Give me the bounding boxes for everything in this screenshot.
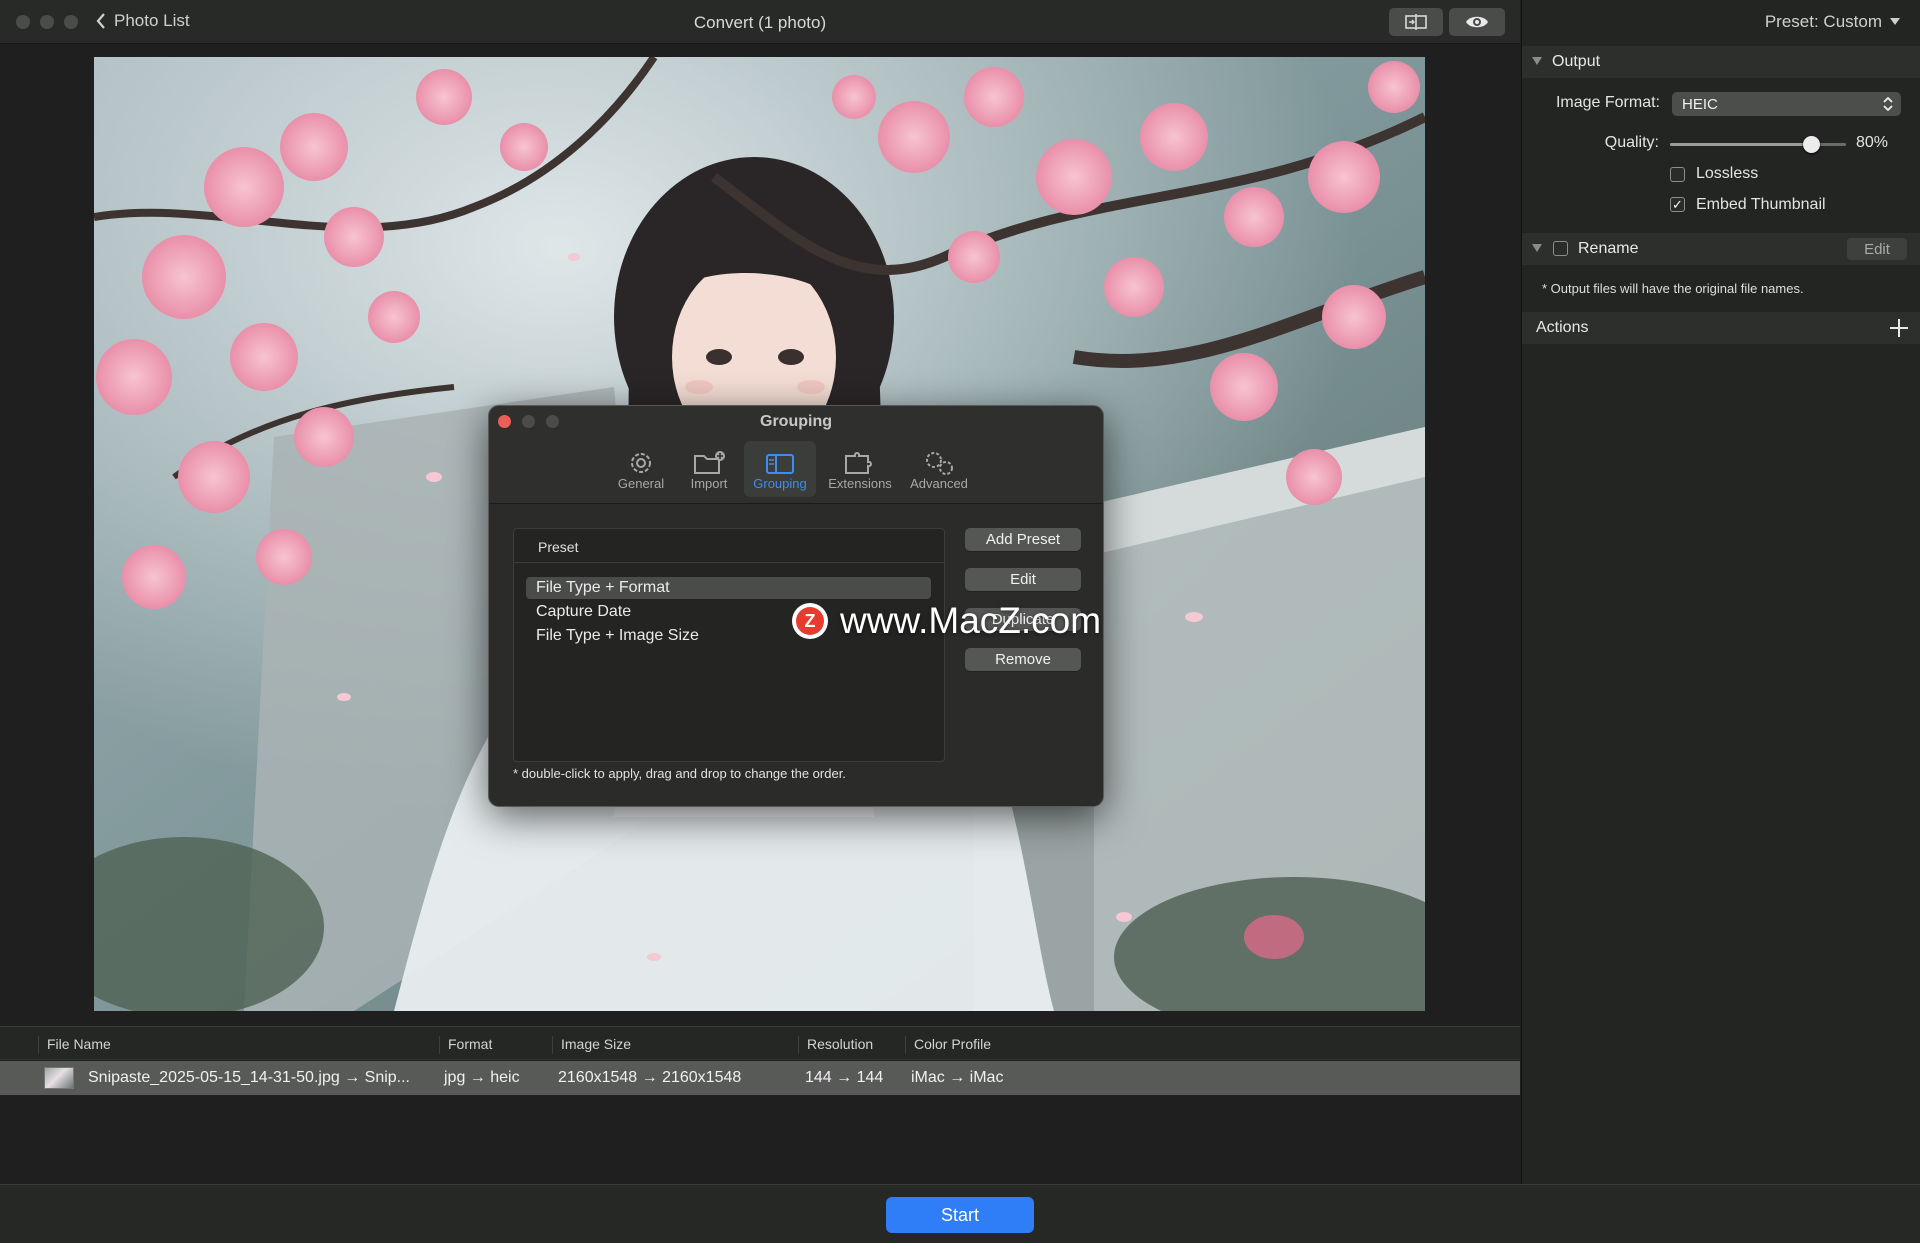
dialog-hint: * double-click to apply, drag and drop t… [513,766,846,781]
table-empty-area [0,1095,1520,1184]
tab-grouping[interactable]: Grouping [744,441,816,497]
tab-import[interactable]: Import [679,441,739,497]
column-image-size[interactable]: Image Size [552,1036,631,1054]
sidebar-icon [766,454,794,474]
actions-section-header: Actions [1522,312,1920,344]
disclosure-triangle-icon [1532,57,1542,65]
cell-resolution: 144 → 144 [805,1069,884,1086]
tab-label: Advanced [910,476,968,491]
preset-item[interactable]: File Type + Format [526,577,931,599]
photo-thumbnail [44,1067,74,1089]
compare-view-button[interactable] [1389,8,1443,36]
quality-slider-fill [1670,143,1811,146]
image-format-select[interactable]: HEIC [1672,92,1901,116]
rename-edit-button[interactable]: Edit [1847,238,1907,260]
title-bar: Photo List Convert (1 photo) [0,0,1520,44]
cell-color-profile: iMac → iMac [911,1069,1004,1086]
split-compare-icon [1405,14,1427,30]
remove-preset-button[interactable]: Remove [965,648,1081,671]
column-file-name[interactable]: File Name [38,1036,111,1054]
tab-label: Grouping [753,476,807,491]
column-format[interactable]: Format [439,1036,492,1054]
preset-menu[interactable]: Preset: Custom [1765,12,1900,32]
watermark: Z www.MacZ.com [792,600,1101,642]
dialog-title: Grouping [760,413,832,430]
start-button[interactable]: Start [886,1197,1034,1233]
quality-slider[interactable] [1670,136,1846,153]
column-resolution[interactable]: Resolution [798,1036,873,1054]
quality-slider-knob[interactable] [1802,136,1820,153]
updown-chevron-icon [1883,97,1893,111]
file-table-header: File Name Format Image Size Resolution C… [0,1026,1520,1060]
watermark-text: www.MacZ.com [840,600,1102,641]
tab-label: General [617,476,665,491]
embed-thumbnail-checkbox[interactable]: ✓ [1670,197,1685,212]
gear-icon [631,453,651,473]
table-row[interactable]: Snipaste_2025-05-15_14-31-50.jpg → Snip.… [0,1061,1520,1095]
rename-note: * Output files will have the original fi… [1542,281,1804,296]
embed-thumbnail-label: Embed Thumbnail [1696,196,1826,213]
lossless-checkbox[interactable] [1670,167,1685,182]
tab-label: Import [690,476,728,491]
disclosure-triangle-icon[interactable] [1532,244,1542,252]
cell-format: jpg → heic [444,1069,520,1086]
preview-toggle-button[interactable] [1449,8,1505,36]
image-format-value: HEIC [1682,96,1718,113]
chevron-down-icon [1890,18,1900,25]
watermark-logo: Z [792,603,828,639]
puzzle-icon [845,452,872,474]
plus-icon[interactable] [1889,318,1909,338]
quality-label: Quality: [1604,134,1659,151]
output-section-title: Output [1552,53,1601,70]
image-format-label: Image Format: [1555,94,1660,111]
rename-checkbox[interactable] [1553,241,1568,256]
gears-icon [926,452,953,475]
tab-label: Extensions [828,476,892,491]
folder-add-icon [694,451,725,474]
eye-icon [1466,16,1488,28]
quality-value: 80% [1856,134,1889,151]
bottom-bar: Start [0,1184,1920,1243]
lossless-label: Lossless [1696,165,1759,182]
cell-image-size: 2160x1548 → 2160x1548 [558,1069,742,1086]
preset-list: Preset File Type + Format Capture Date F… [513,528,945,762]
edit-preset-button[interactable]: Edit [965,568,1081,591]
tab-advanced[interactable]: Advanced [903,441,975,497]
window-title: Convert (1 photo) [693,13,827,32]
settings-sidebar: Preset: Custom Output Image Format: HEIC… [1521,0,1920,1184]
dialog-toolbar: Grouping General Import Grouping Extensi… [489,406,1103,504]
actions-section-title: Actions [1536,319,1589,336]
rename-section-title: Rename [1578,240,1639,257]
output-section-header[interactable]: Output [1522,46,1920,78]
column-color-profile[interactable]: Color Profile [905,1036,991,1054]
add-preset-button[interactable]: Add Preset [965,528,1081,551]
cell-file-name: Snipaste_2025-05-15_14-31-50.jpg → Snip.… [88,1069,410,1086]
tab-extensions[interactable]: Extensions [821,441,899,497]
tab-general[interactable]: General [611,441,671,497]
preset-list-header: Preset [514,529,944,563]
preset-label: Preset: Custom [1764,12,1882,31]
